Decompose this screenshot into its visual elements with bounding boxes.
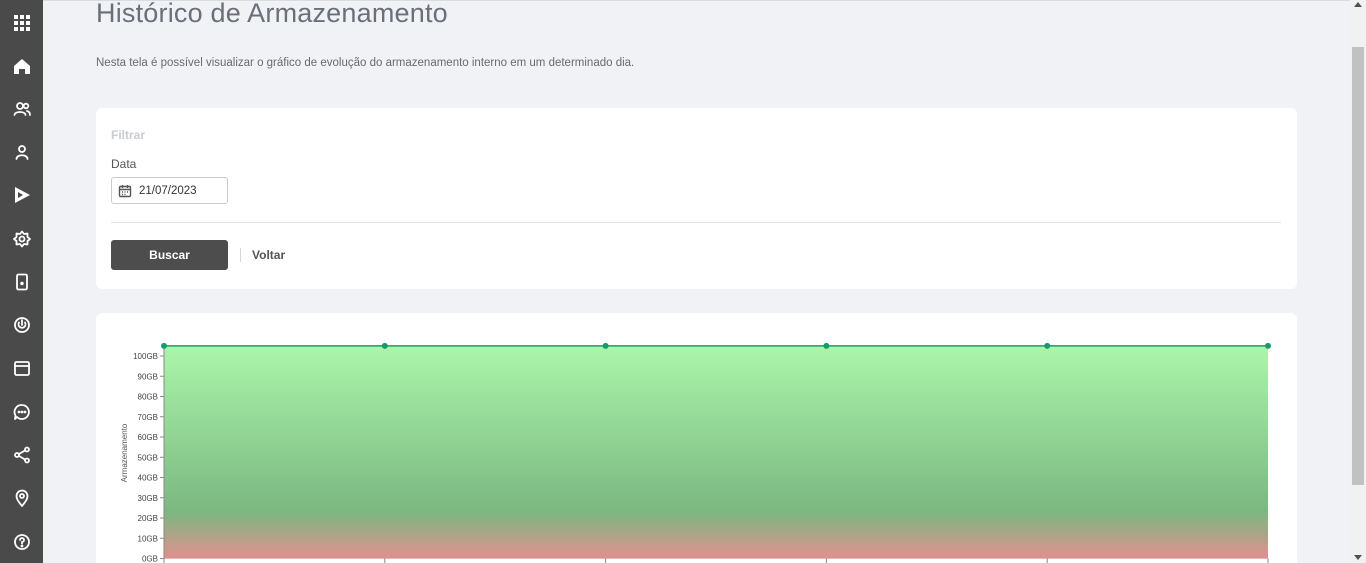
home-icon[interactable] (11, 55, 33, 77)
data-point[interactable] (1044, 342, 1051, 349)
scrollbar[interactable] (1350, 0, 1366, 563)
page-description: Nesta tela é possível visualizar o gráfi… (96, 57, 635, 69)
button-separator (240, 248, 241, 262)
data-point[interactable] (602, 342, 609, 349)
date-label: Data (111, 157, 137, 171)
power-icon[interactable] (11, 314, 33, 336)
filter-title: Filtrar (111, 128, 146, 142)
data-point[interactable] (1265, 342, 1271, 349)
help-icon[interactable] (11, 531, 33, 553)
back-button[interactable]: Voltar (252, 248, 285, 262)
divider (111, 222, 1281, 223)
device-icon[interactable] (11, 271, 33, 293)
y-tick-label: 0GB (142, 555, 158, 563)
y-tick-label: 30GB (138, 494, 158, 503)
series-area (164, 345, 1268, 559)
y-tick-label: 100GB (133, 352, 158, 361)
location-icon[interactable] (11, 487, 33, 509)
date-value: 21/07/2023 (139, 184, 197, 197)
data-point[interactable] (381, 342, 388, 349)
play-icon[interactable] (11, 184, 33, 206)
y-tick-label: 80GB (138, 393, 158, 402)
scroll-up-arrow-icon[interactable] (1354, 2, 1362, 7)
settings-icon[interactable] (11, 228, 33, 250)
calendar-icon[interactable] (11, 357, 33, 379)
share-icon[interactable] (11, 444, 33, 466)
calendar-icon (118, 184, 132, 197)
apps-grid-icon[interactable] (11, 12, 33, 34)
y-tick-label: 10GB (138, 534, 158, 543)
page-title: Histórico de Armazenamento (96, 0, 448, 28)
storage-chart: 0GB 10GB 20GB 30GB 40GB 50GB 60GB 70GB 80GB 90GB 1… (120, 342, 1271, 563)
user-icon[interactable] (11, 141, 33, 163)
y-tick-label: 20GB (138, 514, 158, 523)
search-button[interactable]: Buscar (111, 240, 228, 270)
y-tick-label: 70GB (138, 413, 158, 422)
filter-card: Filtrar Data 21/07/2023 Buscar Voltar (96, 108, 1297, 289)
data-point[interactable] (823, 342, 830, 349)
y-axis-label: Armazenamento (120, 423, 129, 482)
date-field[interactable]: 21/07/2023 (111, 177, 228, 204)
data-point[interactable] (161, 342, 167, 349)
y-tick-label: 60GB (138, 433, 158, 442)
y-tick-label: 50GB (138, 453, 158, 462)
y-tick-label: 90GB (138, 372, 158, 381)
scroll-down-arrow-icon[interactable] (1354, 555, 1362, 560)
chat-icon[interactable] (11, 401, 33, 423)
y-tick-label: 40GB (138, 474, 158, 483)
chart-card: 0GB 10GB 20GB 30GB 40GB 50GB 60GB 70GB 80GB 90GB 1… (96, 313, 1297, 563)
users-icon[interactable] (11, 98, 33, 120)
sidebar (0, 0, 43, 563)
scroll-thumb[interactable] (1352, 47, 1364, 485)
